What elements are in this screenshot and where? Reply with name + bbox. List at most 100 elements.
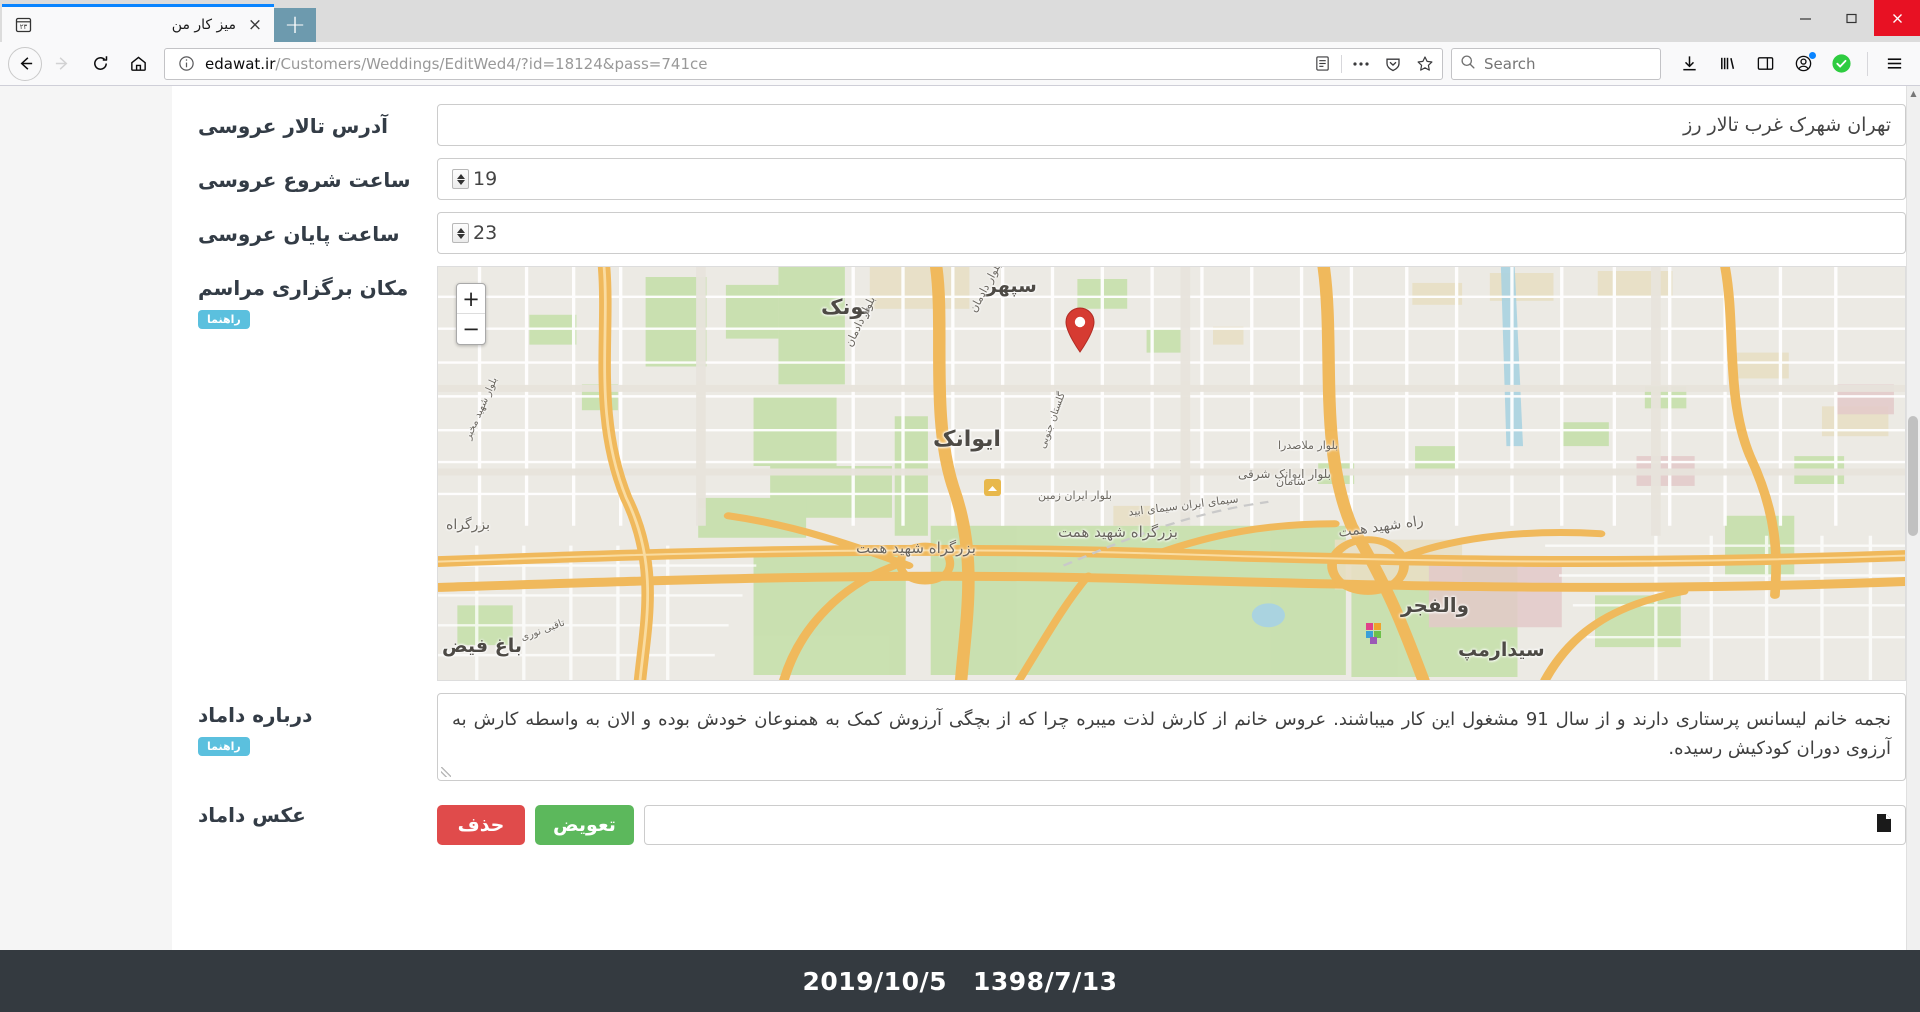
end-time-label: ساعت پایان عروسی — [198, 222, 400, 246]
form-row-end-time: 23 ساعت پایان عروسی — [172, 212, 1906, 254]
reload-icon[interactable] — [82, 47, 118, 81]
shield-check-icon[interactable] — [1823, 47, 1859, 81]
poi-marker-icon — [984, 479, 1001, 500]
address-bar[interactable]: edawat.ir/Customers/Weddings/EditWed4/?i… — [164, 47, 1443, 80]
form-row-groom-photo: تعویض حذف عکس داماد — [172, 793, 1906, 845]
venue-address-label: آدرس تالار عروسی — [198, 114, 389, 138]
svg-text:۲۳: ۲۳ — [19, 23, 27, 31]
venue-address-input[interactable]: تهران شهرک غرب تالار رز — [437, 104, 1906, 146]
end-time-input[interactable]: 23 — [437, 212, 1906, 254]
downloads-icon[interactable] — [1671, 47, 1707, 81]
textarea-resize-handle[interactable] — [441, 766, 451, 777]
about-groom-text: نجمه خانم لیسانس پرستاری دارند و از سال … — [452, 709, 1891, 759]
venue-address-label-cell: آدرس تالار عروسی — [172, 104, 417, 140]
browser-window: ۲۳ میز کار من × + edawat.ir/Customers/We… — [0, 0, 1920, 1012]
venue-address-control: تهران شهرک غرب تالار رز — [417, 104, 1906, 146]
replace-button[interactable]: تعویض — [535, 804, 634, 845]
map-label: ایوانک — [933, 427, 1001, 452]
page-scrollbar[interactable]: ▲ ▼ — [1906, 86, 1920, 1012]
groom-photo-filebox[interactable] — [643, 804, 1906, 845]
map-label: بلوار ایران زمین — [1038, 489, 1112, 502]
start-time-control: 19 — [417, 158, 1906, 200]
tab-close-icon[interactable]: × — [244, 14, 266, 36]
form-row-venue-address: تهران شهرک غرب تالار رز آدرس تالار عروسی — [172, 104, 1906, 146]
start-time-label: ساعت شروع عروسی — [198, 168, 411, 192]
jalali-date: 1398/7/13 — [973, 966, 1118, 996]
account-notification-dot — [1809, 51, 1816, 59]
about-groom-label-cell: درباره داماد راهنما — [172, 693, 417, 757]
poi-cluster-icon — [1366, 623, 1388, 649]
map-label: بزرگراه شهید همت — [856, 539, 976, 557]
sidebar-icon[interactable] — [1747, 47, 1783, 81]
gregorian-date: 2019/10/5 — [802, 966, 947, 996]
search-bar[interactable] — [1451, 47, 1678, 80]
start-time-stepper[interactable] — [452, 169, 469, 189]
minimize-icon[interactable] — [1782, 0, 1828, 36]
map-tiles — [438, 267, 1905, 680]
about-groom-label: درباره داماد — [198, 703, 313, 727]
reader-view-icon[interactable] — [1309, 51, 1335, 77]
footer-dates: 2019/10/5 1398/7/13 — [802, 967, 1117, 996]
pocket-shield-icon[interactable] — [1380, 51, 1406, 77]
footer-date-bar: 2019/10/5 1398/7/13 — [0, 950, 1920, 1012]
groom-photo-label: عکس داماد — [198, 802, 306, 827]
form-row-about-groom: نجمه خانم لیسانس پرستاری دارند و از سال … — [172, 693, 1906, 781]
toolbar-divider — [1867, 51, 1868, 76]
document-icon — [1875, 813, 1893, 837]
search-input[interactable] — [1484, 54, 1678, 73]
url-path: /Customers/Weddings/EditWed4/?id=18124&p… — [275, 54, 708, 73]
map-zoom-out-button[interactable]: − — [457, 314, 485, 344]
ceremony-location-help-badge[interactable]: راهنما — [198, 310, 250, 330]
ceremony-location-label-cell: مکان برگزاری مراسم راهنما — [172, 266, 417, 330]
info-circle-icon[interactable] — [173, 51, 199, 77]
groom-photo-control: تعویض حذف — [417, 793, 1906, 845]
close-icon[interactable] — [1874, 0, 1920, 36]
back-arrow-icon[interactable] — [8, 46, 42, 81]
ceremony-location-control: سپهر پونک ایوانک والفجر سیدارمپ باغ فیض … — [417, 266, 1906, 681]
search-icon — [1460, 54, 1476, 74]
tab-strip: ۲۳ میز کار من × + — [0, 0, 316, 42]
star-icon[interactable] — [1412, 51, 1438, 77]
toolbar-divider — [1341, 54, 1342, 73]
account-icon[interactable] — [1785, 47, 1821, 81]
scroll-up-arrow-icon[interactable]: ▲ — [1907, 86, 1920, 100]
delete-button[interactable]: حذف — [437, 804, 525, 845]
map-zoom-in-button[interactable]: + — [457, 284, 485, 314]
wedding-edit-form: تهران شهرک غرب تالار رز آدرس تالار عروسی… — [172, 86, 1906, 1012]
form-row-start-time: 19 ساعت شروع عروسی — [172, 158, 1906, 200]
start-time-input[interactable]: 19 — [437, 158, 1906, 200]
about-groom-control: نجمه خانم لیسانس پرستاری دارند و از سال … — [417, 693, 1906, 781]
maximize-icon[interactable] — [1828, 0, 1874, 36]
map-zoom-controls: + − — [456, 283, 486, 345]
end-time-label-cell: ساعت پایان عروسی — [172, 212, 417, 248]
end-time-control: 23 — [417, 212, 1906, 254]
start-time-value: 19 — [473, 168, 498, 190]
location-map[interactable]: سپهر پونک ایوانک والفجر سیدارمپ باغ فیض … — [437, 266, 1906, 681]
map-label: بزرگراه — [446, 517, 490, 533]
ceremony-location-label: مکان برگزاری مراسم — [198, 276, 409, 300]
end-time-stepper[interactable] — [452, 223, 469, 243]
url-domain: edawat.ir — [205, 54, 276, 73]
tab-title: میز کار من — [171, 16, 236, 33]
ellipsis-icon[interactable] — [1348, 51, 1374, 77]
browser-tab[interactable]: ۲۳ میز کار من × — [2, 4, 274, 42]
hamburger-menu-icon[interactable] — [1876, 47, 1912, 81]
window-controls — [1782, 0, 1920, 42]
map-label: بلوار ملاصدرا — [1278, 439, 1339, 452]
page-viewport: تهران شهرک غرب تالار رز آدرس تالار عروسی… — [0, 86, 1920, 1012]
map-label: سامان — [1276, 475, 1306, 488]
scrollbar-thumb[interactable] — [1908, 416, 1918, 536]
url-text[interactable]: edawat.ir/Customers/Weddings/EditWed4/?i… — [205, 55, 1303, 73]
groom-photo-label-cell: عکس داماد — [172, 793, 417, 829]
home-icon[interactable] — [120, 47, 156, 81]
library-icon[interactable] — [1709, 47, 1745, 81]
groom-photo-actions: تعویض حذف — [437, 804, 1906, 845]
form-row-ceremony-location: سپهر پونک ایوانک والفجر سیدارمپ باغ فیض … — [172, 266, 1906, 681]
about-groom-help-badge[interactable]: راهنما — [198, 737, 250, 757]
about-groom-textarea[interactable]: نجمه خانم لیسانس پرستاری دارند و از سال … — [437, 693, 1906, 781]
map-label: باغ فیض — [442, 635, 522, 657]
new-tab-button[interactable]: + — [274, 8, 316, 42]
location-pin-icon[interactable] — [1064, 307, 1096, 357]
map-label: بزرگراه شهید همت — [1058, 523, 1178, 541]
end-time-value: 23 — [473, 222, 498, 244]
